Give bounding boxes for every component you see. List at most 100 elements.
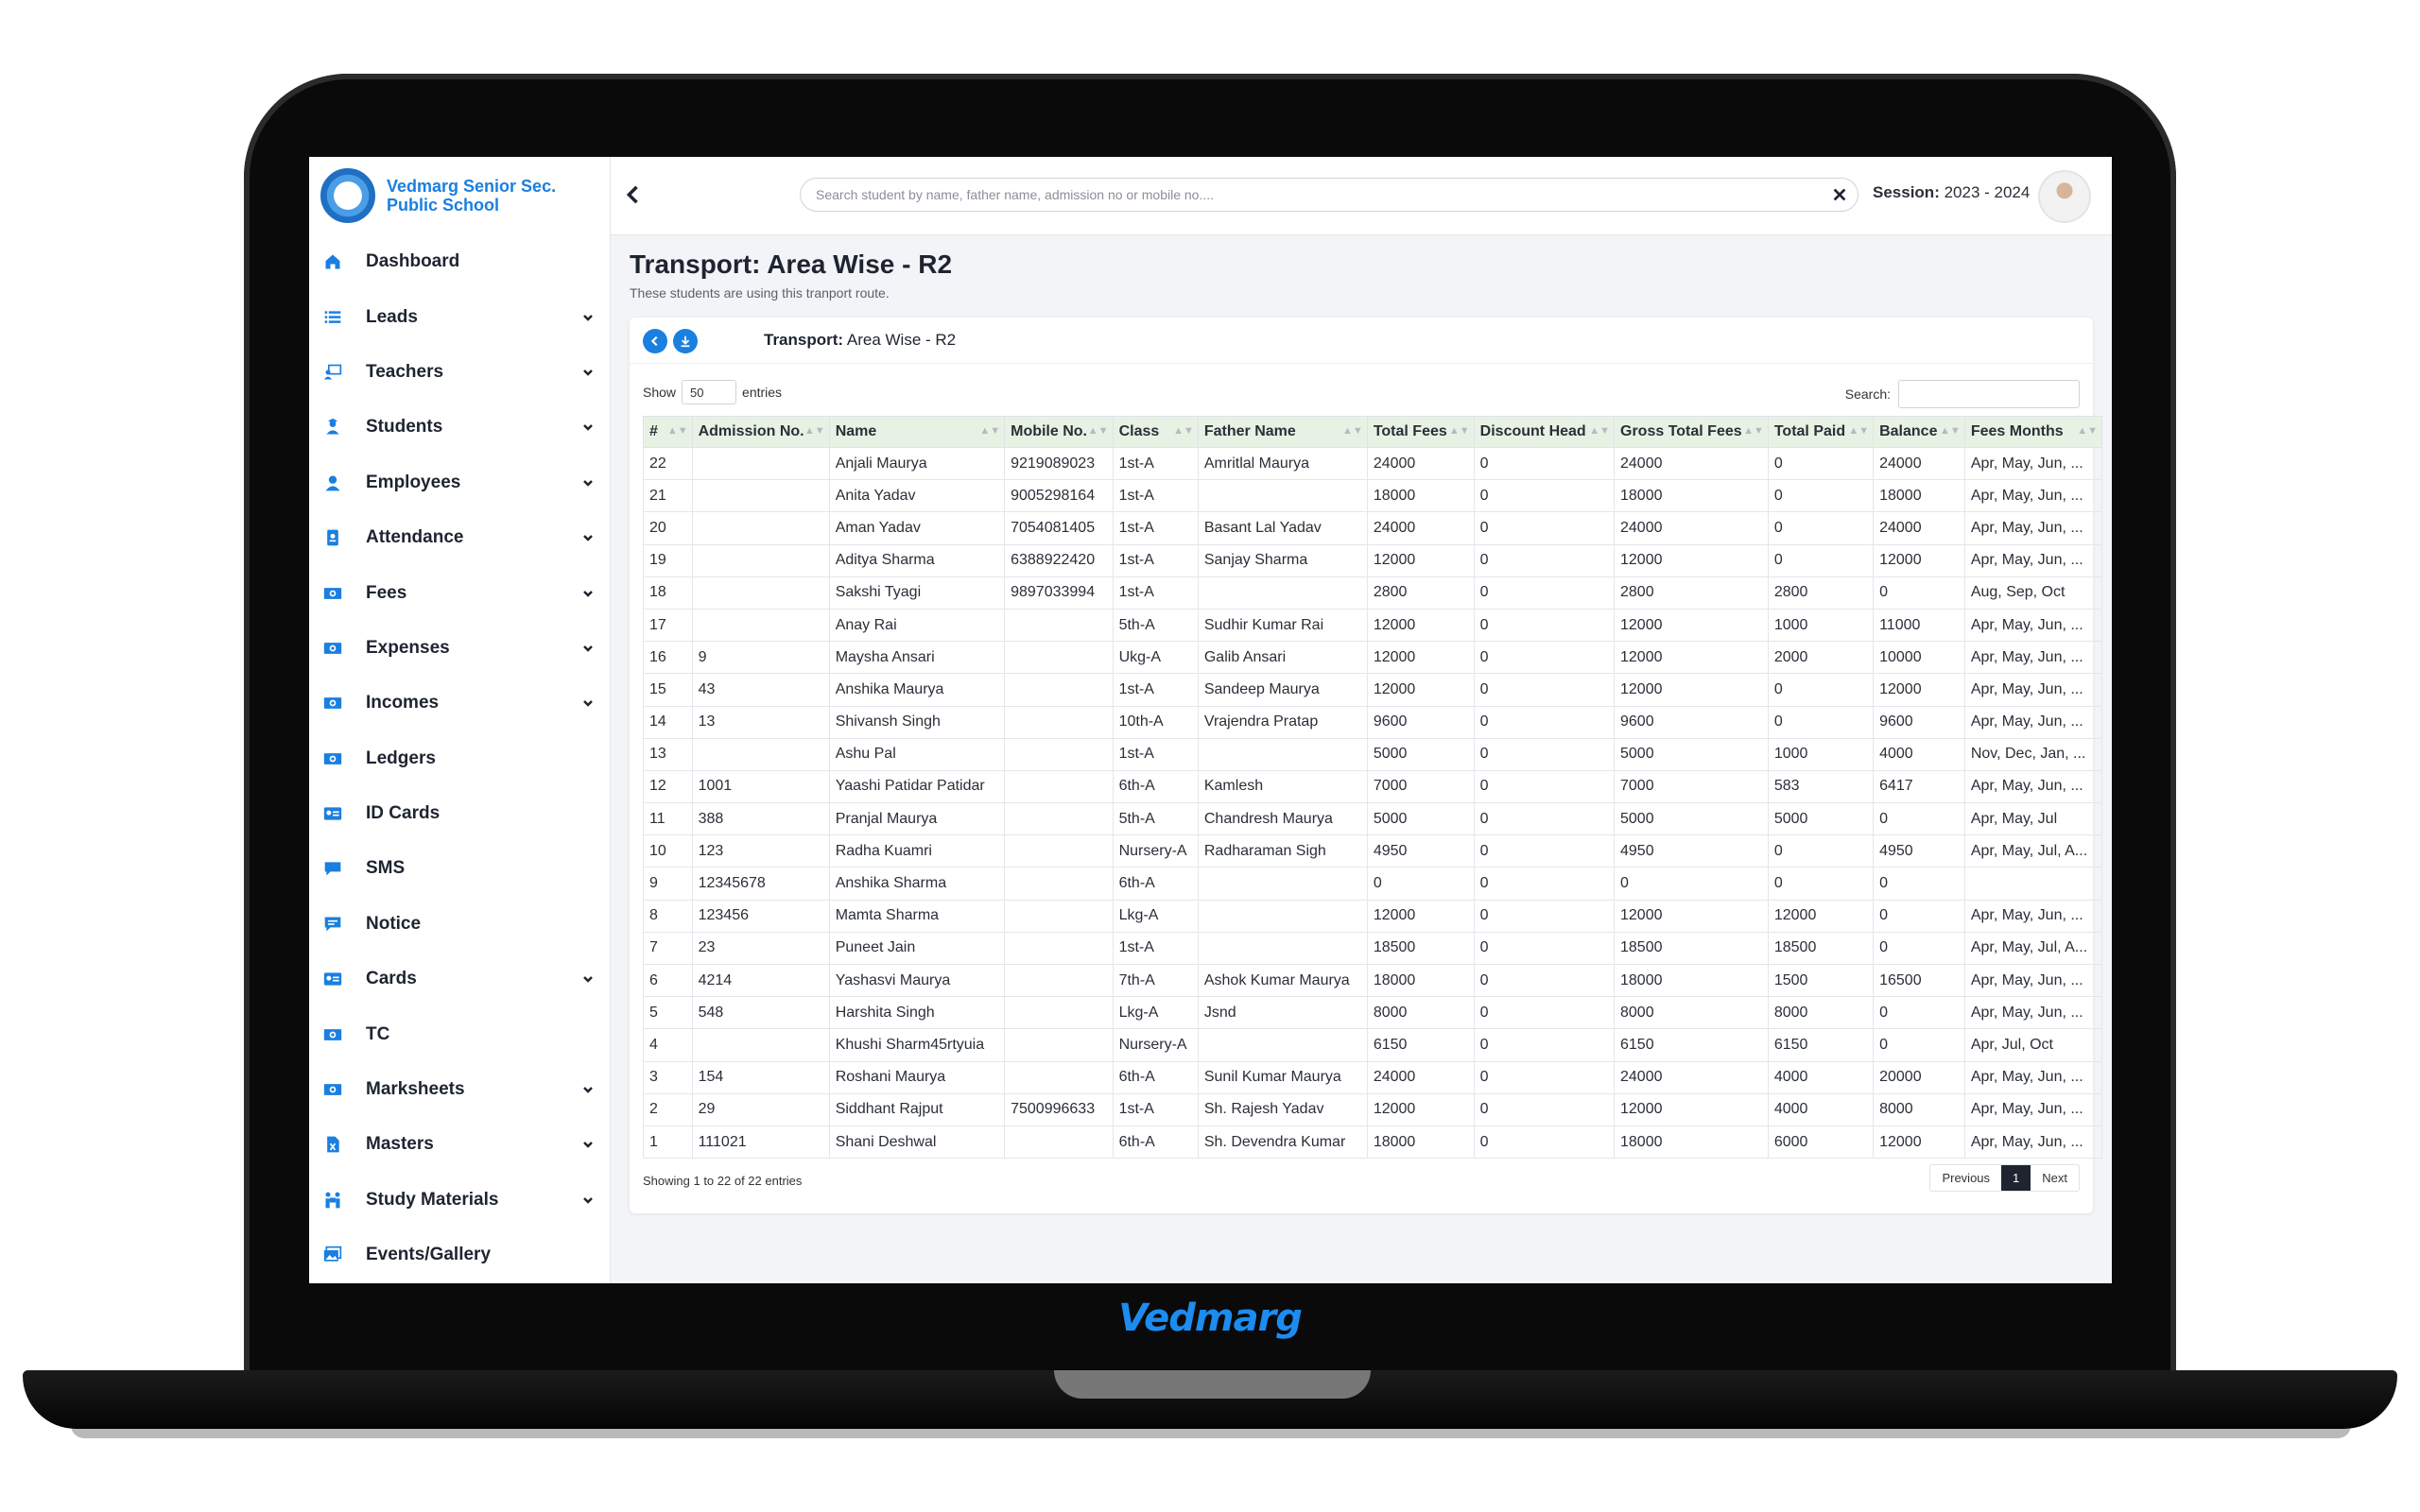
table-row[interactable]: 20 Aman Yadav 7054081405 1st-A Basant Lal Ya… xyxy=(643,511,2103,545)
table-row[interactable]: 14 13 Shivansh Singh 10th-A Vrajendra Pratap… xyxy=(643,705,2103,739)
table-row[interactable]: 8 123456 Mamta Sharma Lkg-A 12000 0 12000 12000… xyxy=(643,899,2103,933)
sidebar-item-leads[interactable]: Leads xyxy=(309,289,610,344)
chevron-down-icon[interactable] xyxy=(581,311,595,324)
chevron-down-icon[interactable] xyxy=(581,1138,595,1151)
table-row[interactable]: 15 43 Anshika Maurya 1st-A Sandeep Maurya 120… xyxy=(643,673,2103,707)
sidebar-item-attendance[interactable]: Attendance xyxy=(309,510,610,565)
table-cell: Maysha Ansari xyxy=(828,641,1006,675)
table-row[interactable]: 3 154 Roshani Maurya 6th-A Sunil Kumar Maury… xyxy=(643,1060,2103,1094)
column-header[interactable]: Class ▲▼ xyxy=(1112,416,1199,448)
column-header[interactable]: Balance ▲▼ xyxy=(1873,416,1965,448)
table-cell: 0 xyxy=(1767,479,1875,513)
table-row[interactable]: 9 12345678 Anshika Sharma 6th-A 0 0 0 0 0 xyxy=(643,867,2103,901)
page-1-button[interactable]: 1 xyxy=(2001,1165,2031,1191)
sidebar-item-notice[interactable]: Notice xyxy=(309,897,610,952)
chevron-down-icon[interactable] xyxy=(581,476,595,490)
table-cell: 0 xyxy=(1473,834,1616,868)
table-row[interactable]: 10 123 Radha Kuamri Nursery-A Radharaman Sig… xyxy=(643,834,2103,868)
student-search-input[interactable]: Search student by name, father name, adm… xyxy=(800,178,1858,212)
sidebar-item-sms[interactable]: SMS xyxy=(309,841,610,896)
table-row[interactable]: 18 Sakshi Tyagi 9897033994 1st-A 2800 0 2800 28… xyxy=(643,576,2103,610)
chevron-down-icon[interactable] xyxy=(581,696,595,710)
table-row[interactable]: 13 Ashu Pal 1st-A 5000 0 5000 1000 4000 Nov, Dec… xyxy=(643,737,2103,771)
column-header[interactable]: Total Fees ▲▼ xyxy=(1366,416,1475,448)
chalkboard-teacher-icon xyxy=(322,364,343,381)
sidebar-item-students[interactable]: Students xyxy=(309,400,610,455)
back-button[interactable] xyxy=(643,329,667,353)
table-row[interactable]: 12 1001 Yaashi Patidar Patidar 6th-A Kamlesh… xyxy=(643,769,2103,804)
table-row[interactable]: 7 23 Puneet Jain 1st-A 18500 0 18500 18500 0 Apr,… xyxy=(643,931,2103,966)
table-cell: 0 xyxy=(1873,867,1965,901)
sidebar-item-masters[interactable]: Masters xyxy=(309,1117,610,1172)
table-row[interactable]: 22 Anjali Maurya 9219089023 1st-A Amritlal M… xyxy=(643,446,2103,481)
sidebar-item-employees[interactable]: Employees xyxy=(309,455,610,510)
chevron-down-icon[interactable] xyxy=(581,587,595,600)
column-header[interactable]: Fees Months ▲▼ xyxy=(1963,416,2103,448)
user-avatar[interactable] xyxy=(2038,170,2091,223)
table-cell: 7054081405 xyxy=(1004,511,1114,545)
sidebar-item-tc[interactable]: TC xyxy=(309,1006,610,1061)
collapse-sidebar-icon[interactable] xyxy=(620,181,647,208)
column-header[interactable]: Discount Head ▲▼ xyxy=(1473,416,1616,448)
sidebar-item-teachers[interactable]: Teachers xyxy=(309,345,610,400)
download-button[interactable] xyxy=(673,329,698,353)
chevron-down-icon[interactable] xyxy=(581,642,595,655)
table-cell xyxy=(1004,931,1114,966)
chevron-down-icon[interactable] xyxy=(581,1083,595,1096)
table-row[interactable]: 16 9 Maysha Ansari Ukg-A Galib Ansari 12000 0 1… xyxy=(643,641,2103,675)
sidebar-item-ledgers[interactable]: Ledgers xyxy=(309,731,610,786)
id-card-icon xyxy=(322,805,343,822)
table-cell: 7th-A xyxy=(1112,963,1199,998)
table-cell: 1st-A xyxy=(1112,931,1199,966)
table-search-input[interactable] xyxy=(1898,380,2080,408)
table-row[interactable]: 6 4214 Yashasvi Maurya 7th-A Ashok Kumar Mau… xyxy=(643,963,2103,998)
table-row[interactable]: 1 111021 Shani Deshwal 6th-A Sh. Devendra Ku… xyxy=(643,1125,2103,1160)
table-cell: 548 xyxy=(691,996,830,1030)
sidebar-item-id-cards[interactable]: ID Cards xyxy=(309,786,610,841)
column-header[interactable]: # ▲▼ xyxy=(643,416,693,448)
sidebar-item-study-materials[interactable]: Study Materials xyxy=(309,1173,610,1228)
column-header-label: Mobile No. xyxy=(1011,423,1087,439)
column-header-label: Balance xyxy=(1879,423,1938,439)
column-header[interactable]: Father Name ▲▼ xyxy=(1197,416,1368,448)
column-header[interactable]: Admission No. ▲▼ xyxy=(691,416,830,448)
sidebar-item-events-gallery[interactable]: Events/Gallery xyxy=(309,1228,610,1282)
close-icon[interactable] xyxy=(1831,186,1848,203)
chevron-down-icon[interactable] xyxy=(581,421,595,434)
sidebar-item-incomes[interactable]: Incomes xyxy=(309,676,610,730)
entries-select[interactable]: 50 xyxy=(682,380,737,404)
table-cell: Sh. Devendra Kumar xyxy=(1197,1125,1368,1160)
sidebar-item-expenses[interactable]: Expenses xyxy=(309,621,610,676)
sidebar-item-dashboard[interactable]: Dashboard xyxy=(309,234,610,289)
search-label: Search: xyxy=(1844,387,1891,402)
chevron-down-icon[interactable] xyxy=(581,1194,595,1207)
column-header[interactable]: Mobile No. ▲▼ xyxy=(1004,416,1114,448)
table-row[interactable]: 2 29 Siddhant Rajput 7500996633 1st-A Sh. Raj… xyxy=(643,1092,2103,1126)
chevron-down-icon[interactable] xyxy=(581,366,595,379)
table-cell: Apr, Jul, Oct xyxy=(1963,1028,2103,1062)
table-cell: 20000 xyxy=(1873,1060,1965,1094)
sidebar-item-marksheets[interactable]: Marksheets xyxy=(309,1062,610,1117)
page-title: Transport: Area Wise - R2 xyxy=(630,249,953,279)
table-row[interactable]: 11 388 Pranjal Maurya 5th-A Chandresh Maurya… xyxy=(643,802,2103,836)
chevron-down-icon[interactable] xyxy=(581,972,595,986)
table-row[interactable]: 4 Khushi Sharm45rtyuia Nursery-A 6150 0 6150 6… xyxy=(643,1028,2103,1062)
sidebar-item-cards[interactable]: Cards xyxy=(309,952,610,1006)
column-header-label: Total Paid xyxy=(1773,423,1846,439)
column-header[interactable]: Total Paid ▲▼ xyxy=(1767,416,1875,448)
table-cell: Sudhir Kumar Rai xyxy=(1197,608,1368,643)
sort-icon: ▲▼ xyxy=(1589,425,1610,437)
table-row[interactable]: 19 Aditya Sharma 6388922420 1st-A Sanjay Sha… xyxy=(643,543,2103,577)
table-row[interactable]: 17 Anay Rai 5th-A Sudhir Kumar Rai 12000 0 120… xyxy=(643,608,2103,643)
table-row[interactable]: 5 548 Harshita Singh Lkg-A Jsnd 8000 0 8000 8000… xyxy=(643,996,2103,1030)
table-cell: 18500 xyxy=(1767,931,1875,966)
previous-page-button[interactable]: Previous xyxy=(1930,1165,2001,1191)
show-label: Show xyxy=(643,385,677,400)
column-header[interactable]: Name ▲▼ xyxy=(828,416,1006,448)
table-row[interactable]: 21 Anita Yadav 9005298164 1st-A 18000 0 18000 0… xyxy=(643,479,2103,513)
school-brand[interactable]: Vedmarg Senior Sec. Public School xyxy=(320,166,576,225)
chevron-down-icon[interactable] xyxy=(581,531,595,544)
sidebar-item-fees[interactable]: Fees xyxy=(309,565,610,620)
next-page-button[interactable]: Next xyxy=(2031,1165,2079,1191)
column-header[interactable]: Gross Total Fees ▲▼ xyxy=(1614,416,1769,448)
